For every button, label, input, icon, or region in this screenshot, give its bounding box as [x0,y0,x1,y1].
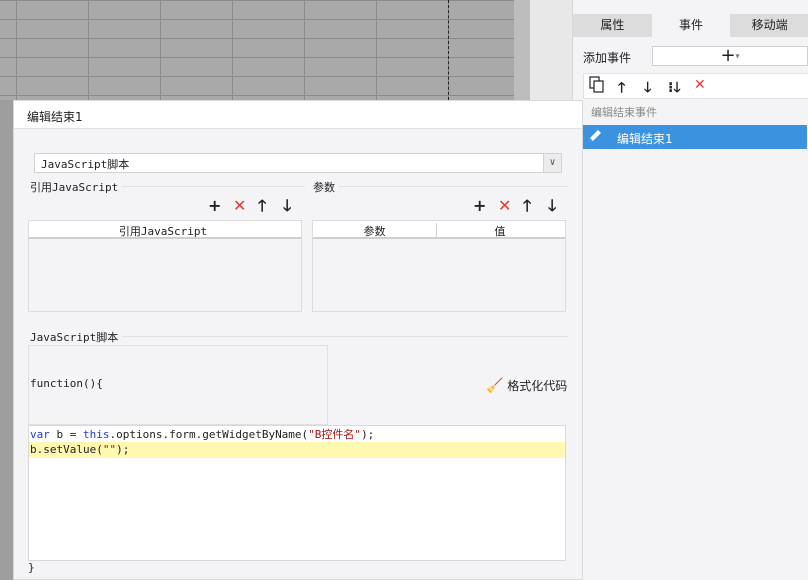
param-value-column-header[interactable]: 值 [437,223,563,239]
page-break-line [448,0,449,100]
ref-js-column-header[interactable]: 引用JavaScript [29,223,297,239]
dropdown-arrow-icon: ▾ [735,51,740,61]
params-divider [312,186,568,187]
move-down-param-icon[interactable]: 🡓 [548,195,556,222]
ref-js-section-label: 引用JavaScript [30,179,123,195]
edit-pencil-icon [587,128,603,144]
event-group-label: 编辑结束事件 [591,106,657,119]
spreadsheet-scrollbar[interactable] [514,0,530,100]
params-table: 参数 值 [312,220,566,312]
event-panel: 属性 事件 移动端 添加事件 +▾ 🡑 🡓 ⁝🡓 ✕ 编辑结束事件 编辑结束1 [572,0,808,580]
event-list-item[interactable]: 编辑结束1 [583,125,807,149]
delete-param-icon[interactable]: ✕ [498,196,511,215]
add-event-button[interactable]: +▾ [652,46,808,66]
tab-events[interactable]: 事件 [651,14,731,37]
params-table-header: 参数 值 [313,221,565,239]
delete-ref-js-icon[interactable]: ✕ [233,196,246,215]
broom-icon: 🧹 [486,378,504,394]
edit-end-dialog: 编辑结束1 JavaScript脚本 ∨ 引用JavaScript + ✕ 🡑 … [13,100,583,580]
move-down-icon[interactable]: 🡓 [644,77,651,101]
chevron-down-icon[interactable]: ∨ [543,154,561,172]
move-to-bottom-icon[interactable]: ⁝🡓 [668,77,681,101]
add-param-icon[interactable]: + [473,196,486,215]
panel-tabs: 属性 事件 移动端 [573,14,808,37]
param-name-column-header[interactable]: 参数 [313,223,437,239]
spreadsheet-grid [0,0,530,100]
tab-mobile[interactable]: 移动端 [730,14,808,37]
move-up-icon[interactable]: 🡑 [618,77,625,101]
params-section-label: 参数 [313,179,339,195]
copy-icon[interactable] [589,76,605,98]
ref-js-table: 引用JavaScript [28,220,302,312]
code-editor[interactable]: var b = this.options.form.getWidgetByNam… [28,425,566,561]
event-toolbar: 🡑 🡓 ⁝🡓 ✕ [583,73,808,99]
event-item-label: 编辑结束1 [617,132,673,146]
code-line-1: var b = this.options.form.getWidgetByNam… [30,428,375,441]
script-section-label: JavaScript脚本 [30,329,123,345]
code-line-2: b.setValue(""); [30,443,130,456]
dialog-title: 编辑结束1 [14,101,582,129]
tab-properties[interactable]: 属性 [573,14,652,37]
add-ref-js-icon[interactable]: + [208,196,221,215]
move-down-ref-js-icon[interactable]: 🡓 [283,195,291,222]
format-code-button[interactable]: 🧹 格式化代码 [486,377,567,394]
format-code-label: 格式化代码 [507,379,568,393]
add-event-label: 添加事件 [583,51,632,65]
function-footer: } [28,561,35,574]
delete-icon[interactable]: ✕ [694,77,706,93]
plus-icon: + [720,45,736,66]
type-select[interactable]: JavaScript脚本 ∨ [34,153,562,173]
type-select-value: JavaScript脚本 [41,158,130,171]
add-event-row: 添加事件 +▾ [583,46,808,68]
move-up-ref-js-icon[interactable]: 🡑 [258,195,266,222]
ref-js-table-header: 引用JavaScript [29,221,301,239]
function-header: function(){ [30,377,103,390]
move-up-param-icon[interactable]: 🡑 [523,195,531,222]
